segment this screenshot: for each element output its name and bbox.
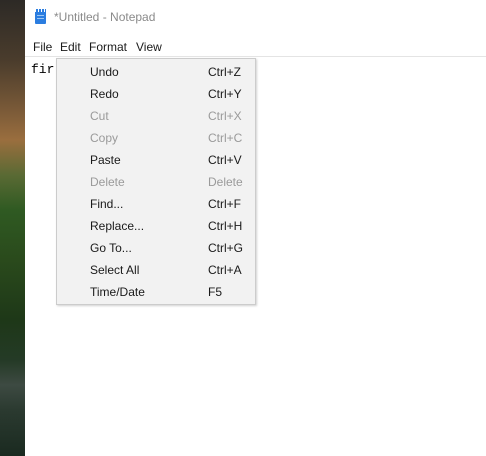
menu-item-label: Paste <box>90 153 121 167</box>
menu-item-shortcut: Ctrl+F <box>208 197 241 211</box>
menu-item-label: Redo <box>90 87 119 101</box>
menu-item-label: Copy <box>90 131 119 145</box>
menu-item-delete[interactable]: Delete Delete <box>57 170 255 192</box>
menu-item-shortcut: Ctrl+Y <box>208 87 242 101</box>
menu-item-shortcut: Ctrl+G <box>208 241 244 255</box>
menu-item-shortcut: F5 <box>208 285 223 299</box>
menu-view[interactable]: View <box>136 40 162 54</box>
menu-item-copy[interactable]: Copy Ctrl+C <box>57 126 255 148</box>
menu-item-label: Time/Date <box>90 285 145 299</box>
menu-item-shortcut: Ctrl+A <box>208 263 242 277</box>
editor-text: fir <box>31 62 55 77</box>
menu-item-label: Go To... <box>90 241 132 255</box>
menu-item-label: Find... <box>90 197 124 211</box>
title-bar[interactable]: *Untitled - Notepad <box>25 0 486 36</box>
menu-item-cut[interactable]: Cut Ctrl+X <box>57 104 255 126</box>
menu-item-shortcut: Ctrl+H <box>208 219 243 233</box>
menu-file[interactable]: File <box>33 40 52 54</box>
menu-item-shortcut: Delete <box>208 175 243 189</box>
menu-item-label: Delete <box>90 175 125 189</box>
menu-format[interactable]: Format <box>89 40 127 54</box>
menu-item-shortcut: Ctrl+Z <box>208 65 241 79</box>
menu-item-replace[interactable]: Replace... Ctrl+H <box>57 214 255 236</box>
menu-bar: File Edit Format View <box>25 37 486 57</box>
menu-item-undo[interactable]: Undo Ctrl+Z <box>57 60 255 82</box>
menu-item-time-date[interactable]: Time/Date F5 <box>57 280 255 302</box>
menu-item-find[interactable]: Find... Ctrl+F <box>57 192 255 214</box>
menu-item-label: Undo <box>90 65 119 79</box>
menu-item-shortcut: Ctrl+V <box>208 153 242 167</box>
menu-item-go-to[interactable]: Go To... Ctrl+G <box>57 236 255 258</box>
edit-context-menu: Undo Ctrl+Z Redo Ctrl+Y Cut Ctrl+X Copy … <box>56 58 256 305</box>
desktop-background <box>0 0 25 456</box>
menu-item-shortcut: Ctrl+C <box>208 131 243 145</box>
menu-edit[interactable]: Edit <box>60 40 81 54</box>
menu-item-shortcut: Ctrl+X <box>208 109 242 123</box>
menu-item-label: Replace... <box>90 219 145 233</box>
menu-item-paste[interactable]: Paste Ctrl+V <box>57 148 255 170</box>
menu-item-label: Cut <box>90 109 109 123</box>
menu-item-redo[interactable]: Redo Ctrl+Y <box>57 82 255 104</box>
window-title: *Untitled - Notepad <box>54 10 156 24</box>
menu-item-select-all[interactable]: Select All Ctrl+A <box>57 258 255 280</box>
notepad-icon <box>35 9 46 24</box>
menu-item-label: Select All <box>90 263 140 277</box>
